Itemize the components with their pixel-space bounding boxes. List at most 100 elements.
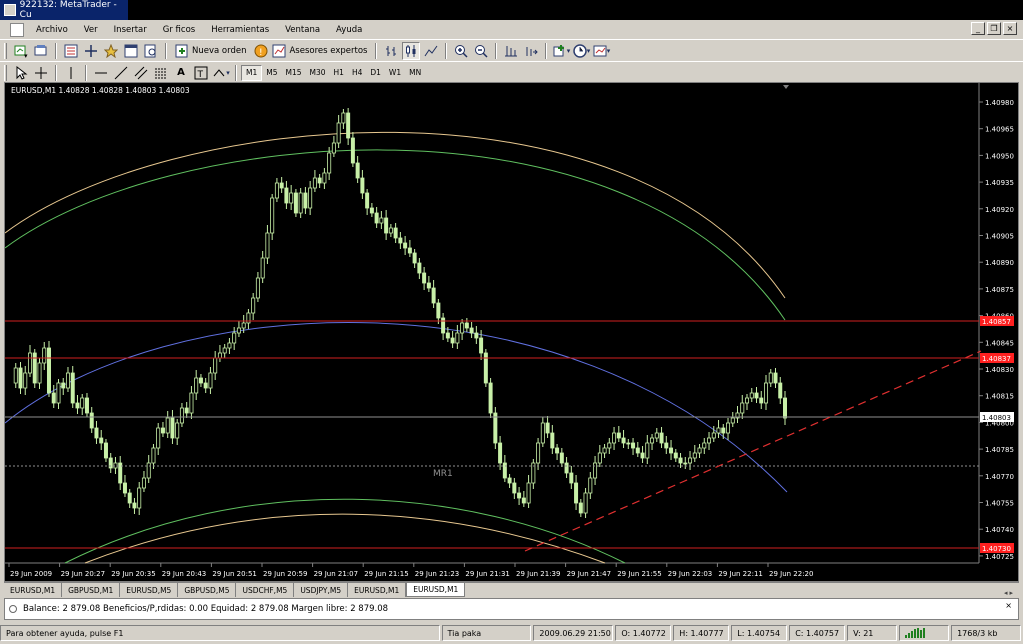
bear-candle bbox=[778, 382, 783, 399]
close-button[interactable]: × bbox=[1003, 22, 1017, 35]
chart-shift-marker[interactable] bbox=[783, 85, 789, 89]
bull-candle bbox=[236, 327, 241, 334]
text-button[interactable]: A bbox=[172, 64, 190, 82]
navigator-button[interactable] bbox=[102, 42, 120, 60]
timeframe-m1[interactable]: M1 bbox=[241, 64, 263, 81]
bear-candle bbox=[393, 227, 398, 239]
timeframe-mn[interactable]: MN bbox=[405, 65, 425, 81]
chart-tab[interactable]: USDCHF,M5 bbox=[236, 583, 295, 597]
menu-ventana[interactable]: Ventana bbox=[277, 25, 328, 35]
chart-tab[interactable]: GBPUSD,M1 bbox=[62, 583, 121, 597]
menu-graficos[interactable]: Gr ficos bbox=[155, 25, 203, 35]
bear-candle bbox=[132, 502, 137, 509]
close-icon[interactable]: × bbox=[1005, 601, 1012, 610]
bull-candle bbox=[607, 442, 612, 449]
tester-button[interactable] bbox=[142, 42, 160, 60]
new-order-button[interactable]: Nueva orden bbox=[172, 42, 249, 60]
chevron-right-icon[interactable]: ▸ bbox=[1009, 589, 1013, 597]
profiles-icon bbox=[34, 44, 48, 58]
time-tick-label: 29 Jun 20:43 bbox=[162, 570, 206, 578]
lower-inner-arc[interactable] bbox=[64, 498, 626, 564]
toolbar-grip[interactable] bbox=[4, 42, 7, 59]
cursor-button[interactable] bbox=[12, 64, 30, 82]
timeframe-m15[interactable]: M15 bbox=[282, 65, 306, 81]
chart-tab[interactable]: EURUSD,M5 bbox=[120, 583, 179, 597]
status-traffic: 1768/3 kb bbox=[951, 625, 1021, 641]
menu-ayuda[interactable]: Ayuda bbox=[328, 25, 370, 35]
chart-tab[interactable]: EURUSD,M1 bbox=[348, 583, 407, 597]
menu-insertar[interactable]: Insertar bbox=[106, 25, 155, 35]
templates-button[interactable]: ▾ bbox=[592, 42, 610, 60]
new-chart-icon: ▾ bbox=[14, 44, 28, 58]
timeframe-h4[interactable]: H4 bbox=[348, 65, 366, 81]
trendline-button[interactable] bbox=[112, 64, 130, 82]
title-bar[interactable]: 922132: MetaTrader - Cu bbox=[0, 0, 128, 20]
chart-window[interactable]: MR1 EURUSD,M1 1.40828 1.40828 1.40803 1.… bbox=[4, 82, 1019, 582]
trendline[interactable] bbox=[524, 350, 982, 552]
menu-ver[interactable]: Ver bbox=[76, 25, 106, 35]
profiles-button[interactable] bbox=[32, 42, 50, 60]
price-tick-label: 1.40770 bbox=[985, 473, 1014, 481]
zoom-in-button[interactable] bbox=[452, 42, 470, 60]
horizontal-line-button[interactable] bbox=[92, 64, 110, 82]
timeframe-d1[interactable]: D1 bbox=[366, 65, 385, 81]
periods-button[interactable]: ▾ bbox=[572, 42, 590, 60]
indicators-icon bbox=[553, 44, 567, 58]
status-profile[interactable]: Tia paka bbox=[441, 625, 532, 641]
bull-candle bbox=[255, 277, 260, 299]
terminal-button[interactable] bbox=[122, 42, 140, 60]
timeframe-m30[interactable]: M30 bbox=[306, 65, 330, 81]
minimize-button[interactable]: _ bbox=[971, 22, 985, 35]
status-low: L: 1.40754 bbox=[731, 625, 788, 641]
chart-shift-button[interactable] bbox=[522, 42, 540, 60]
bull-candle bbox=[289, 192, 294, 204]
toolbar-grip[interactable] bbox=[4, 64, 7, 81]
expert-advisors-button[interactable]: ! Asesores expertos bbox=[251, 42, 370, 60]
new-chart-button[interactable]: ▾ bbox=[12, 42, 30, 60]
timeframe-w1[interactable]: W1 bbox=[385, 65, 405, 81]
bull-candle bbox=[13, 367, 18, 384]
zoom-out-button[interactable] bbox=[472, 42, 490, 60]
chart-tab-active[interactable]: EURUSD,M1 bbox=[406, 583, 466, 597]
chevron-left-icon[interactable]: ◂ bbox=[1004, 589, 1008, 597]
chart-tab[interactable]: EURUSD,M1 bbox=[4, 583, 63, 597]
bear-candle bbox=[773, 372, 778, 384]
bull-candle bbox=[455, 332, 460, 344]
window-title: 922132: MetaTrader - Cu bbox=[19, 0, 117, 20]
status-volume: V: 21 bbox=[847, 625, 898, 641]
menu-archivo[interactable]: Archivo bbox=[28, 25, 76, 35]
tab-scroll-arrows[interactable]: ◂ ▸ bbox=[1004, 589, 1019, 597]
bull-candle bbox=[745, 397, 750, 404]
text-label-button[interactable]: T bbox=[192, 64, 210, 82]
timeframe-m5[interactable]: M5 bbox=[262, 65, 281, 81]
data-window-button[interactable] bbox=[82, 42, 100, 60]
menu-herramientas[interactable]: Herramientas bbox=[203, 25, 277, 35]
timeframe-h1[interactable]: H1 bbox=[330, 65, 348, 81]
vertical-line-button[interactable] bbox=[62, 64, 80, 82]
text-tool-icon: A bbox=[177, 67, 185, 78]
bear-candle bbox=[293, 192, 298, 214]
bear-candle bbox=[75, 402, 80, 409]
line-chart-button[interactable] bbox=[422, 42, 440, 60]
menu-bar: Archivo Ver Insertar Gr ficos Herramient… bbox=[0, 20, 1023, 39]
bear-candle bbox=[84, 397, 89, 414]
price-chart[interactable]: MR1 EURUSD,M1 1.40828 1.40828 1.40803 1.… bbox=[5, 83, 1018, 581]
arrows-button[interactable]: ▾ bbox=[212, 64, 230, 82]
bull-candle bbox=[379, 217, 384, 224]
auto-scroll-button[interactable] bbox=[502, 42, 520, 60]
lower-outer-arc[interactable] bbox=[84, 513, 606, 564]
market-watch-button[interactable] bbox=[62, 42, 80, 60]
chart-tab[interactable]: GBPUSD,M5 bbox=[178, 583, 237, 597]
channel-button[interactable] bbox=[132, 64, 150, 82]
fibonacci-button[interactable] bbox=[152, 64, 170, 82]
bar-chart-button[interactable] bbox=[382, 42, 400, 60]
bear-candle bbox=[284, 187, 289, 204]
candlestick-button[interactable] bbox=[402, 41, 421, 60]
cursor-arrow-icon bbox=[14, 65, 28, 80]
indicators-button[interactable]: ▾ bbox=[552, 42, 570, 60]
middle-arc[interactable] bbox=[5, 322, 788, 493]
chart-window-icon[interactable] bbox=[10, 22, 24, 37]
crosshair-button[interactable] bbox=[32, 64, 50, 82]
chart-tab[interactable]: USDJPY,M5 bbox=[294, 583, 349, 597]
restore-button[interactable]: ❐ bbox=[987, 22, 1001, 35]
